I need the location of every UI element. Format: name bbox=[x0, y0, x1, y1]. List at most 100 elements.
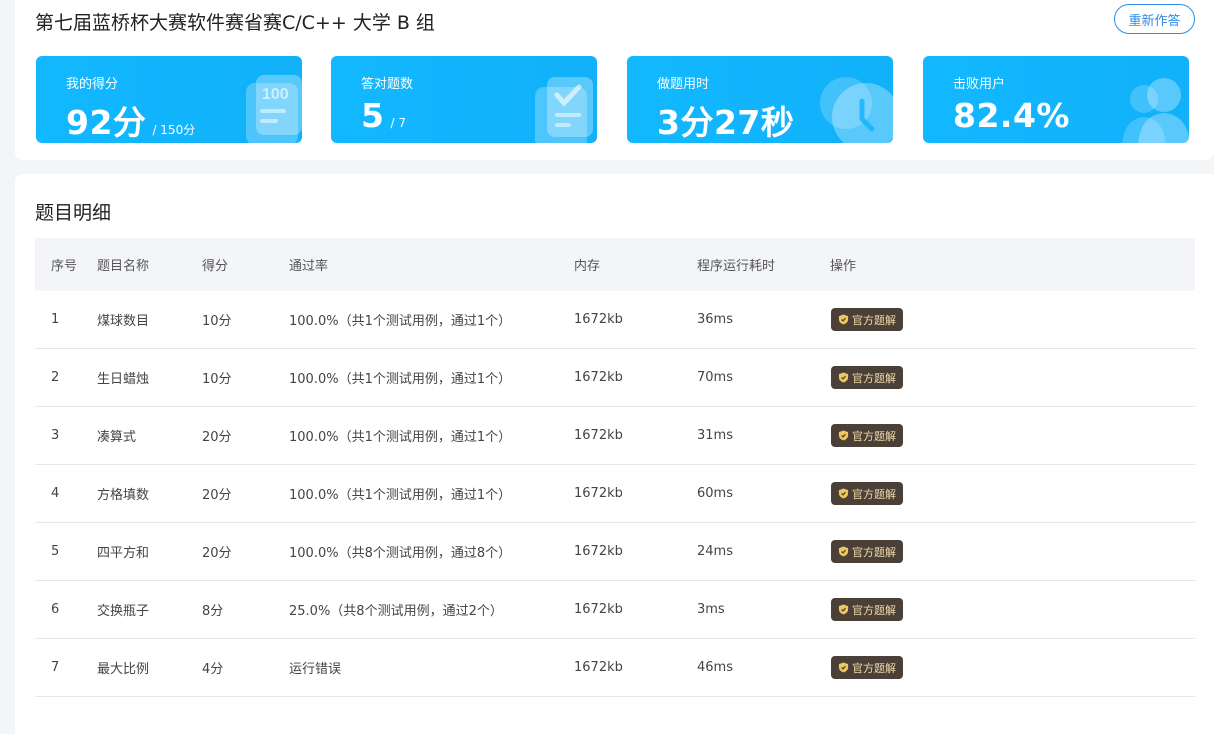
column-header: 题目名称 bbox=[97, 259, 150, 274]
problem-name: 凑算式 bbox=[97, 430, 137, 445]
shield-icon bbox=[838, 546, 849, 557]
memory-usage: 1672kb bbox=[574, 660, 623, 675]
row-number: 4 bbox=[51, 486, 60, 501]
svg-text:100: 100 bbox=[262, 86, 289, 103]
stat-sub: / 7 bbox=[390, 116, 406, 130]
users-icon bbox=[1122, 78, 1189, 143]
memory-usage: 1672kb bbox=[574, 486, 623, 501]
table-header: 序号 题目名称 得分 通过率 内存 程序运行耗时 操作 bbox=[35, 238, 1195, 291]
clock-icon bbox=[820, 77, 893, 143]
problem-name: 方格填数 bbox=[97, 488, 150, 503]
official-solution-button[interactable]: 官方题解 bbox=[831, 598, 903, 621]
table-row: 6 交换瓶子 8分 25.0%（共8个测试用例，通过2个） 1672kb 3ms… bbox=[35, 581, 1195, 639]
run-time: 24ms bbox=[697, 544, 733, 559]
official-solution-button[interactable]: 官方题解 bbox=[831, 656, 903, 679]
redo-button[interactable]: 重新作答 bbox=[1114, 4, 1195, 34]
run-time: 31ms bbox=[697, 428, 733, 443]
table-row: 5 四平方和 20分 100.0%（共8个测试用例，通过8个） 1672kb 2… bbox=[35, 523, 1195, 581]
stat-card-score: 我的得分 92分 / 150分 100 bbox=[36, 56, 302, 143]
memory-usage: 1672kb bbox=[574, 312, 623, 327]
run-time: 36ms bbox=[697, 312, 733, 327]
table-row: 1 煤球数目 10分 100.0%（共1个测试用例，通过1个） 1672kb 3… bbox=[35, 291, 1195, 349]
pass-rate: 运行错误 bbox=[289, 662, 342, 677]
table-row: 3 凑算式 20分 100.0%（共1个测试用例，通过1个） 1672kb 31… bbox=[35, 407, 1195, 465]
run-time: 60ms bbox=[697, 486, 733, 501]
stat-value: 3分27秒 bbox=[657, 103, 795, 142]
shield-icon bbox=[838, 604, 849, 615]
problem-score: 4分 bbox=[202, 662, 224, 677]
problem-name: 生日蜡烛 bbox=[97, 372, 150, 387]
checklist-icon bbox=[535, 77, 593, 143]
memory-usage: 1672kb bbox=[574, 370, 623, 385]
run-time: 46ms bbox=[697, 660, 733, 675]
detail-card: 题目明细 序号 题目名称 得分 通过率 内存 程序运行耗时 操作 1 煤球数目 … bbox=[15, 174, 1214, 734]
pass-rate: 100.0%（共1个测试用例，通过1个） bbox=[289, 314, 512, 329]
problem-score: 10分 bbox=[202, 314, 232, 329]
shield-icon bbox=[838, 314, 849, 325]
problem-name: 煤球数目 bbox=[97, 314, 150, 329]
column-header: 得分 bbox=[202, 259, 229, 274]
problem-name: 交换瓶子 bbox=[97, 604, 150, 619]
solution-label: 官方题解 bbox=[852, 661, 896, 675]
pass-rate: 25.0%（共8个测试用例，通过2个） bbox=[289, 604, 503, 619]
column-header: 操作 bbox=[830, 259, 857, 274]
column-header: 程序运行耗时 bbox=[697, 259, 776, 274]
stat-label: 做题用时 bbox=[657, 77, 710, 92]
row-number: 2 bbox=[51, 370, 60, 385]
pass-rate: 100.0%（共1个测试用例，通过1个） bbox=[289, 372, 512, 387]
problem-score: 20分 bbox=[202, 546, 232, 561]
solution-label: 官方题解 bbox=[852, 545, 896, 559]
official-solution-button[interactable]: 官方题解 bbox=[831, 424, 903, 447]
problem-name: 最大比例 bbox=[97, 662, 150, 677]
stat-value: 82.4% bbox=[953, 96, 1070, 135]
problem-name: 四平方和 bbox=[97, 546, 150, 561]
shield-icon bbox=[838, 662, 849, 673]
stat-card-correct: 答对题数 5 / 7 bbox=[331, 56, 597, 143]
section-title: 题目明细 bbox=[35, 202, 112, 224]
score-100-icon: 100 bbox=[246, 75, 302, 143]
solution-label: 官方题解 bbox=[852, 371, 896, 385]
stat-value: 92分 bbox=[66, 103, 147, 142]
table-row: 7 最大比例 4分 运行错误 1672kb 46ms 官方题解 bbox=[35, 639, 1195, 697]
shield-icon bbox=[838, 372, 849, 383]
official-solution-button[interactable]: 官方题解 bbox=[831, 308, 903, 331]
memory-usage: 1672kb bbox=[574, 428, 623, 443]
stat-label: 答对题数 bbox=[361, 77, 414, 92]
stat-value: 5 bbox=[361, 96, 385, 135]
stat-sub: / 150分 bbox=[152, 123, 196, 137]
results-table: 序号 题目名称 得分 通过率 内存 程序运行耗时 操作 1 煤球数目 10分 1… bbox=[35, 238, 1195, 697]
pass-rate: 100.0%（共8个测试用例，通过8个） bbox=[289, 546, 512, 561]
shield-icon bbox=[838, 430, 849, 441]
problem-score: 10分 bbox=[202, 372, 232, 387]
official-solution-button[interactable]: 官方题解 bbox=[831, 366, 903, 389]
official-solution-button[interactable]: 官方题解 bbox=[831, 482, 903, 505]
solution-label: 官方题解 bbox=[852, 603, 896, 617]
memory-usage: 1672kb bbox=[574, 544, 623, 559]
memory-usage: 1672kb bbox=[574, 602, 623, 617]
row-number: 3 bbox=[51, 428, 60, 443]
run-time: 3ms bbox=[697, 602, 725, 617]
pass-rate: 100.0%（共1个测试用例，通过1个） bbox=[289, 488, 512, 503]
stat-card-beat: 击败用户 82.4% bbox=[923, 56, 1189, 143]
problem-score: 20分 bbox=[202, 430, 232, 445]
official-solution-button[interactable]: 官方题解 bbox=[831, 540, 903, 563]
column-header: 序号 bbox=[51, 259, 78, 274]
run-time: 70ms bbox=[697, 370, 733, 385]
row-number: 1 bbox=[51, 312, 60, 327]
pass-rate: 100.0%（共1个测试用例，通过1个） bbox=[289, 430, 512, 445]
problem-score: 8分 bbox=[202, 604, 224, 619]
solution-label: 官方题解 bbox=[852, 313, 896, 327]
table-row: 4 方格填数 20分 100.0%（共1个测试用例，通过1个） 1672kb 6… bbox=[35, 465, 1195, 523]
column-header: 内存 bbox=[574, 259, 601, 274]
solution-label: 官方题解 bbox=[852, 429, 896, 443]
solution-label: 官方题解 bbox=[852, 487, 896, 501]
shield-icon bbox=[838, 488, 849, 499]
problem-score: 20分 bbox=[202, 488, 232, 503]
column-header: 通过率 bbox=[289, 259, 329, 274]
row-number: 6 bbox=[51, 602, 60, 617]
row-number: 7 bbox=[51, 660, 60, 675]
row-number: 5 bbox=[51, 544, 60, 559]
stat-card-time: 做题用时 3分27秒 bbox=[627, 56, 893, 143]
page-title: 第七届蓝桥杯大赛软件赛省赛C/C++ 大学 B 组 bbox=[35, 12, 435, 34]
stat-label: 击败用户 bbox=[953, 77, 1006, 92]
